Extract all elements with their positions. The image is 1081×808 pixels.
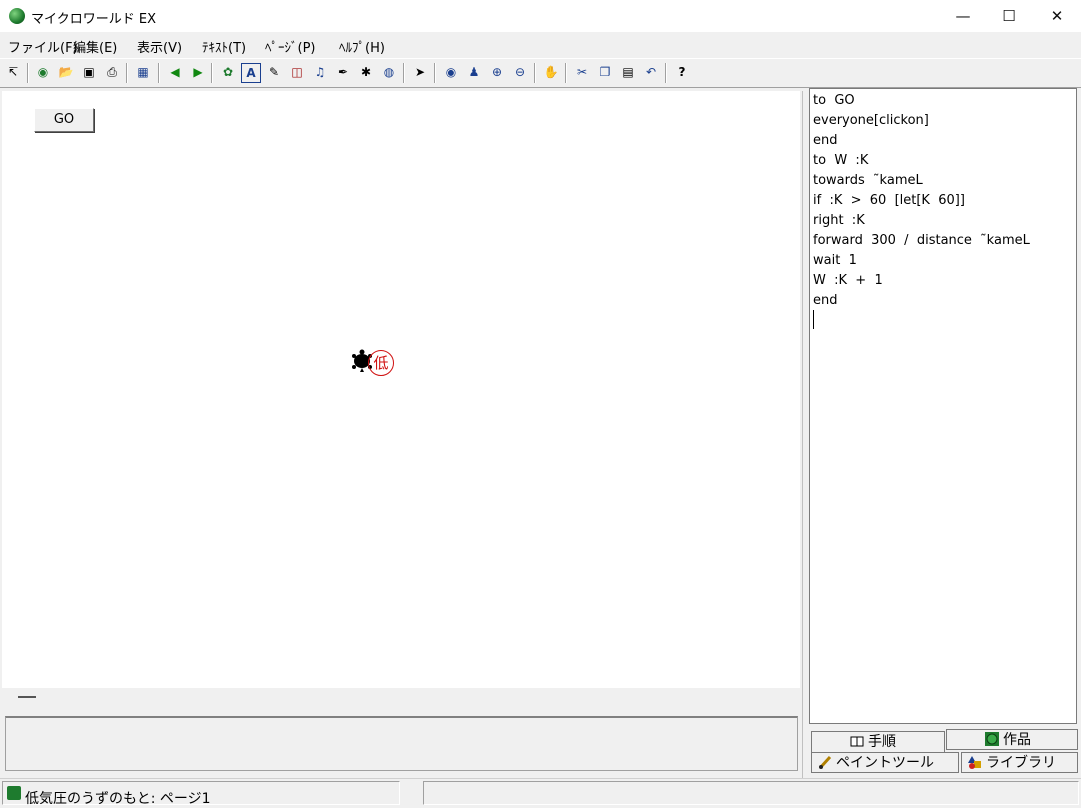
shapes-icon bbox=[968, 756, 981, 769]
code-line: to GO bbox=[813, 93, 855, 108]
open-folder-icon[interactable]: 📂 bbox=[56, 63, 76, 83]
paint-tool-icon[interactable]: ✎ bbox=[264, 63, 284, 83]
code-line: wait 1 bbox=[813, 253, 857, 268]
paintbrush-icon bbox=[818, 755, 832, 769]
low-pressure-stamp: 低 bbox=[368, 350, 394, 376]
tab-procedures-label: 手順 bbox=[868, 734, 896, 750]
code-line: to W :K bbox=[813, 153, 869, 168]
text-caret bbox=[813, 310, 814, 329]
globe-stamp-icon[interactable]: ◍ bbox=[379, 63, 399, 83]
print-icon[interactable]: ⎙ bbox=[102, 63, 122, 83]
status-cell-page: 低気圧のうずのもと: ページ1 bbox=[2, 781, 400, 807]
minimize-button[interactable]: — bbox=[940, 0, 986, 32]
tab-procedures[interactable]: 手順 bbox=[811, 731, 945, 752]
button-tool-icon[interactable]: ◫ bbox=[287, 63, 307, 83]
code-line: right :K bbox=[813, 213, 865, 228]
page-layout-icon[interactable]: ▦ bbox=[133, 63, 153, 83]
copy-icon[interactable]: ❐ bbox=[595, 63, 615, 83]
menu-edit[interactable]: 編集(E) bbox=[73, 37, 117, 56]
scissors-icon[interactable]: ✂ bbox=[572, 63, 592, 83]
forward-arrow-icon[interactable]: ▶ bbox=[188, 63, 208, 83]
back-arrow-icon[interactable]: ◀ bbox=[165, 63, 185, 83]
tab-project-label: 作品 bbox=[1003, 732, 1031, 748]
menu-help[interactable]: ﾍﾙﾌﾟ(H) bbox=[339, 37, 385, 56]
status-cell-info bbox=[423, 781, 1079, 805]
music-icon[interactable]: ♫ bbox=[310, 63, 330, 83]
help-icon[interactable]: ? bbox=[672, 63, 692, 83]
minimize-line-icon[interactable] bbox=[18, 696, 36, 698]
slider-tool-icon[interactable]: ✒ bbox=[333, 63, 353, 83]
code-line: if :K > 60 [let[K 60]] bbox=[813, 193, 965, 208]
stop-icon[interactable]: ✋ bbox=[541, 63, 561, 83]
title-bar: マイクロワールド EX — ☐ ✕ bbox=[0, 0, 1081, 32]
tab-library-label: ライブラリ bbox=[986, 755, 1056, 771]
cursor-icon[interactable]: ➤ bbox=[410, 63, 430, 83]
pointer-arrow-icon[interactable]: ↸ bbox=[3, 63, 23, 83]
save-disk-icon[interactable]: ▣ bbox=[79, 63, 99, 83]
tab-paint-tools-label: ペイントツール bbox=[836, 755, 934, 771]
code-line: forward 300 / distance ˜kameL bbox=[813, 233, 1030, 248]
menu-view[interactable]: 表示(V) bbox=[137, 37, 182, 56]
menu-page[interactable]: ﾍﾟｰｼﾞ(P) bbox=[265, 37, 315, 56]
pane-splitter[interactable] bbox=[802, 91, 809, 781]
canvas-scroll-area bbox=[2, 689, 800, 707]
menu-bar: ファイル(F) 編集(E) 表示(V) ﾃｷｽﾄ(T) ﾍﾟｰｼﾞ(P) ﾍﾙﾌ… bbox=[0, 33, 1081, 57]
code-line: end bbox=[813, 133, 838, 148]
app-globe-icon bbox=[9, 8, 25, 24]
globe-icon bbox=[985, 732, 999, 746]
globe-icon[interactable]: ◉ bbox=[33, 63, 53, 83]
page-canvas[interactable]: GO 低 bbox=[2, 91, 800, 688]
status-page-text: 低気圧のうずのもと: ページ1 bbox=[25, 791, 211, 807]
maximize-button[interactable]: ☐ bbox=[986, 0, 1032, 32]
code-line: W :K + 1 bbox=[813, 273, 883, 288]
go-button[interactable]: GO bbox=[34, 108, 94, 132]
tab-library[interactable]: ライブラリ bbox=[961, 752, 1078, 773]
text-box-icon[interactable]: A bbox=[241, 63, 261, 83]
turtle-icon[interactable]: ✿ bbox=[218, 63, 238, 83]
window-title: マイクロワールド EX bbox=[31, 12, 156, 27]
toolbar: ↸ ◉ 📂 ▣ ⎙ ▦ ◀ ▶ ✿ A ✎ ◫ ♫ ✒ ✱ ◍ ➤ ◉ ♟ ⊕ … bbox=[0, 58, 1081, 88]
undo-icon[interactable]: ↶ bbox=[641, 63, 661, 83]
stamp-icon[interactable]: ♟ bbox=[464, 63, 484, 83]
page-icon bbox=[7, 786, 21, 800]
command-center[interactable] bbox=[5, 716, 798, 771]
procedures-pane[interactable]: to GO everyone[clickon] end to W :K towa… bbox=[809, 88, 1077, 724]
movie-icon[interactable]: ✱ bbox=[356, 63, 376, 83]
menu-file[interactable]: ファイル(F) bbox=[8, 37, 78, 56]
status-bar: 低気圧のうずのもと: ページ1 bbox=[0, 778, 1081, 808]
zoom-in-icon[interactable]: ⊕ bbox=[487, 63, 507, 83]
eye-icon[interactable]: ◉ bbox=[441, 63, 461, 83]
paste-icon[interactable]: ▤ bbox=[618, 63, 638, 83]
zoom-out-icon[interactable]: ⊖ bbox=[510, 63, 530, 83]
code-line: end bbox=[813, 293, 838, 308]
code-line: towards ˜kameL bbox=[813, 173, 923, 188]
code-line: everyone[clickon] bbox=[813, 113, 929, 128]
tab-paint-tools[interactable]: ペイントツール bbox=[811, 752, 959, 773]
tab-project[interactable]: 作品 bbox=[946, 729, 1078, 750]
book-icon bbox=[850, 736, 864, 747]
menu-text[interactable]: ﾃｷｽﾄ(T) bbox=[202, 37, 246, 56]
close-button[interactable]: ✕ bbox=[1034, 0, 1080, 32]
